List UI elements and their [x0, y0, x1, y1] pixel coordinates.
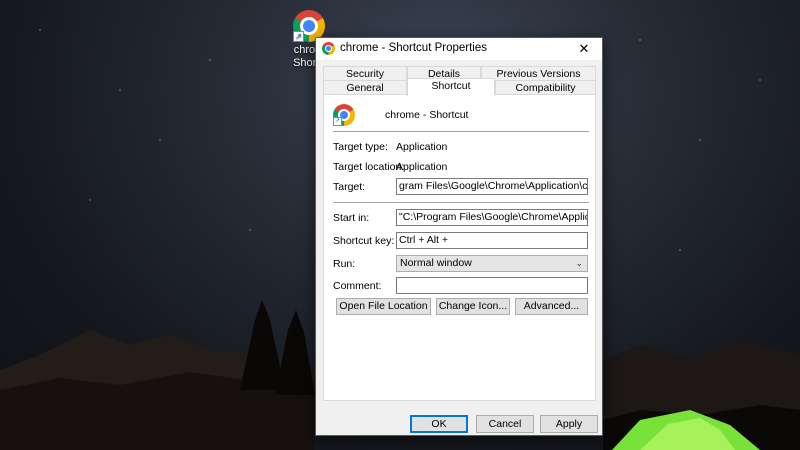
tab-previous-versions[interactable]: Previous Versions — [481, 66, 596, 80]
comment-label: Comment: — [333, 280, 382, 292]
chrome-icon: ↗ — [333, 104, 355, 126]
close-icon: ✕ — [578, 41, 590, 56]
separator — [333, 131, 589, 132]
close-button[interactable]: ✕ — [570, 38, 598, 60]
advanced-button[interactable]: Advanced... — [515, 298, 588, 315]
separator — [333, 202, 589, 203]
title-bar[interactable]: chrome - Shortcut Properties ✕ — [316, 38, 602, 60]
shortcut-tab-panel: ↗ chrome - Shortcut Target type: Applica… — [323, 94, 596, 401]
tab-compatibility[interactable]: Compatibility — [495, 80, 596, 94]
shortcut-properties-dialog: chrome - Shortcut Properties ✕ Security … — [315, 37, 603, 436]
target-type-value: Application — [396, 141, 448, 153]
apply-button[interactable]: Apply — [540, 415, 598, 433]
chevron-down-icon: ⌄ — [575, 258, 583, 268]
shortcut-arrow-icon: ↗ — [333, 117, 342, 126]
start-in-field[interactable]: "C:\Program Files\Google\Chrome\Applicat… — [396, 209, 588, 226]
run-select[interactable]: Normal window ⌄ — [396, 255, 588, 272]
run-label: Run: — [333, 258, 356, 270]
shortcut-arrow-icon: ↗ — [293, 31, 304, 42]
ok-button[interactable]: OK — [410, 415, 468, 433]
change-icon-button[interactable]: Change Icon... — [436, 298, 510, 315]
target-location-value: Application — [396, 161, 448, 173]
target-type-label: Target type: — [333, 141, 388, 153]
start-in-label: Start in: — [333, 212, 370, 224]
target-label: Target: — [333, 181, 366, 193]
shortcut-key-label: Shortcut key: — [333, 235, 395, 247]
target-location-label: Target location: — [333, 161, 405, 173]
open-file-location-button[interactable]: Open File Location — [336, 298, 431, 315]
comment-field[interactable] — [396, 277, 588, 294]
target-field[interactable]: gram Files\Google\Chrome\Application\chr… — [396, 178, 588, 195]
tab-shortcut[interactable]: Shortcut — [407, 78, 495, 96]
shortcut-name: chrome - Shortcut — [385, 109, 469, 121]
chrome-icon — [322, 42, 335, 55]
tab-security[interactable]: Security — [323, 66, 407, 80]
cancel-button[interactable]: Cancel — [476, 415, 534, 433]
dialog-title: chrome - Shortcut Properties — [340, 42, 488, 54]
shortcut-key-field[interactable]: Ctrl + Alt + — [396, 232, 588, 249]
run-select-value: Normal window — [400, 257, 472, 269]
tab-general[interactable]: General — [323, 80, 407, 94]
